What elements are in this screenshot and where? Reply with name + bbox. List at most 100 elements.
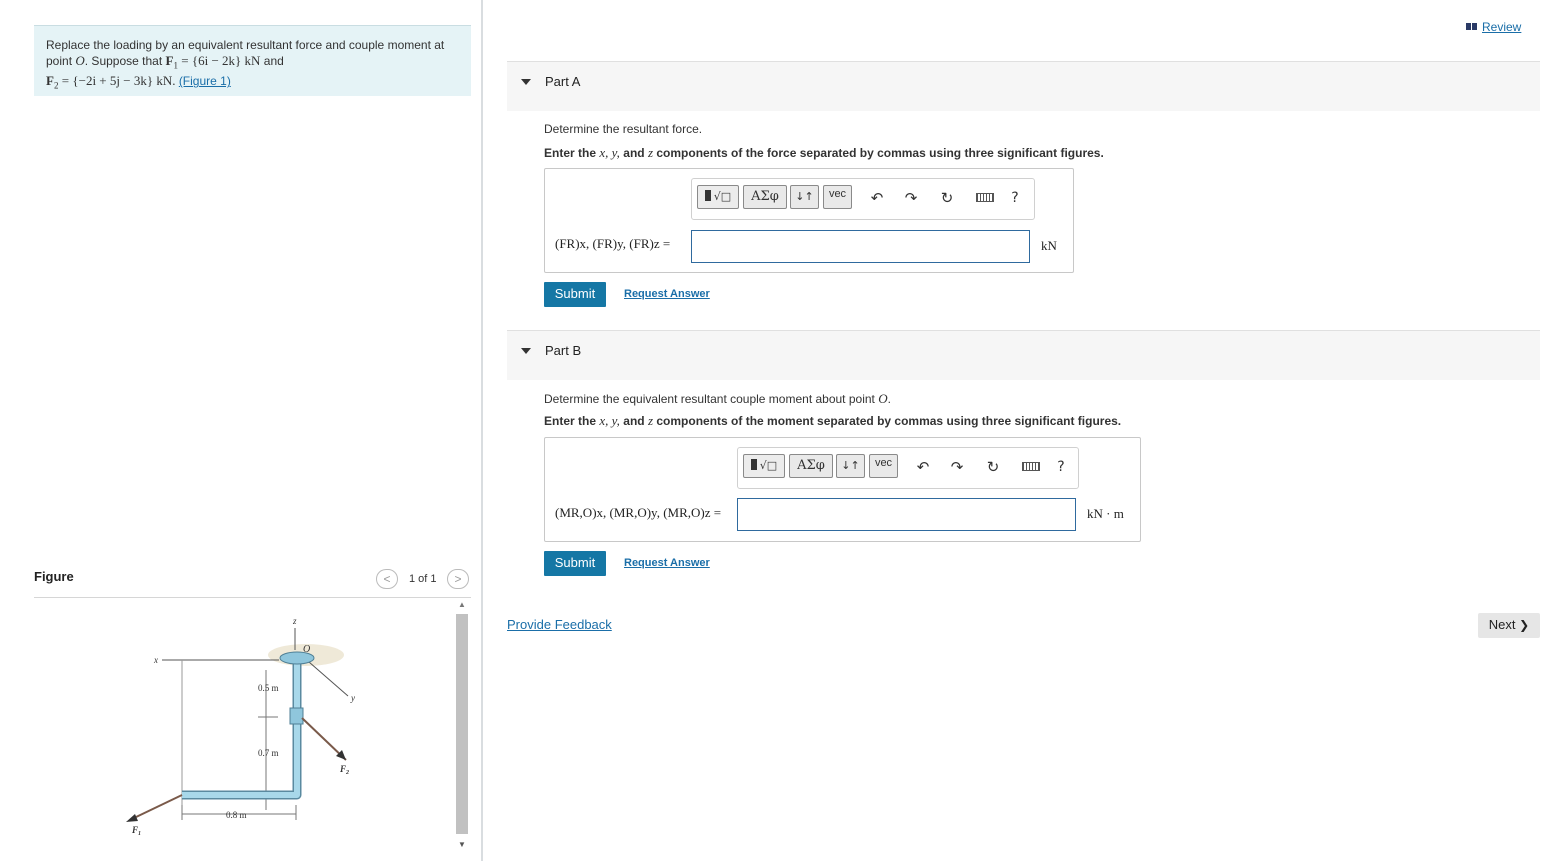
review-label: Review — [1482, 20, 1522, 34]
label-f1: F1 — [131, 825, 141, 837]
redo-icon[interactable]: ↷ — [948, 458, 966, 476]
figure-scrollbar[interactable]: ▲ ▼ — [455, 600, 469, 855]
part-a-submit-button[interactable]: Submit — [544, 282, 606, 307]
part-b-unit: kN · m — [1087, 506, 1124, 521]
part-b-request-answer-link[interactable]: Request Answer — [624, 557, 710, 569]
instr-b-and: and — [623, 414, 645, 428]
figure-link[interactable]: (Figure 1) — [179, 74, 231, 88]
instr-a-z: z — [647, 145, 654, 160]
arrows-button[interactable]: ↓↑ — [836, 454, 865, 478]
label-z: z — [292, 616, 297, 626]
instr-a-pre: Enter the — [544, 146, 597, 160]
part-b-answer-box: √□ ΑΣφ ↓↑ vec ↶ ↷ ↻ ? (MR,O)x, (MR,O)y, … — [544, 437, 1141, 542]
chevron-left-icon[interactable]: < — [376, 569, 398, 589]
reset-icon[interactable]: ↻ — [938, 189, 956, 207]
part-a-unit: kN — [1041, 238, 1057, 253]
math-toolbar: √□ ΑΣφ ↓↑ vec ↶ ↷ ↻ ? — [737, 447, 1079, 489]
undo-icon[interactable]: ↶ — [914, 458, 932, 476]
label-dim-08: 0.8 m — [226, 810, 247, 820]
greek-button[interactable]: ΑΣφ — [789, 454, 833, 478]
instr-b-vars: x, y, — [599, 413, 620, 428]
part-a-request-answer-link[interactable]: Request Answer — [624, 288, 710, 300]
part-a-answer-input[interactable] — [691, 230, 1030, 263]
pipe-diagram-svg: z x y O 0.5 m 0.7 m 0.8 m F2 F1 — [126, 616, 355, 837]
figure-title: Figure — [34, 569, 74, 584]
scroll-up-icon[interactable]: ▲ — [457, 600, 467, 610]
force-f1-arrowhead — [126, 814, 138, 822]
greek-button[interactable]: ΑΣφ — [743, 185, 787, 209]
problem-suppose: . Suppose that — [84, 54, 163, 68]
review-icon — [1466, 19, 1478, 30]
label-f1-sub: 1 — [138, 831, 141, 837]
problem-statement: Replace the loading by an equivalent res… — [34, 25, 471, 96]
part-b-answer-input[interactable] — [737, 498, 1076, 531]
q-b-end: . — [887, 392, 891, 406]
part-b-question: Determine the equivalent resultant coupl… — [544, 391, 891, 407]
instr-b-post: components of the moment separated by co… — [656, 414, 1122, 428]
label-f2: F2 — [339, 764, 349, 776]
point-o: O — [75, 53, 85, 68]
part-a-instruction: Enter the x, y, and z components of the … — [544, 145, 1104, 161]
redo-icon[interactable]: ↷ — [902, 189, 920, 207]
arrows-button[interactable]: ↓↑ — [790, 185, 819, 209]
label-f2-sub: 2 — [345, 770, 349, 776]
keyboard-icon[interactable] — [1018, 458, 1044, 476]
caret-down-icon — [521, 348, 531, 354]
part-a-question: Determine the resultant force. — [544, 122, 703, 136]
next-button[interactable]: Next ❯ — [1478, 613, 1540, 638]
templates-label: √□ — [759, 459, 778, 472]
label-dim-05: 0.5 m — [258, 683, 279, 693]
f2-symbol: F — [46, 73, 54, 89]
help-icon[interactable]: ? — [1006, 189, 1024, 207]
math-toolbar: √□ ΑΣφ ↓↑ vec ↶ ↷ ↻ ? — [691, 178, 1035, 220]
instr-b-pre: Enter the — [544, 414, 597, 428]
review-link[interactable]: Review — [1466, 19, 1521, 34]
pipe-joint — [289, 707, 304, 725]
reset-icon[interactable]: ↻ — [984, 458, 1002, 476]
scroll-down-icon[interactable]: ▼ — [457, 840, 467, 850]
part-b-submit-button[interactable]: Submit — [544, 551, 606, 576]
force-f1-line — [133, 794, 183, 819]
part-b-header[interactable]: Part B — [507, 330, 1540, 380]
keyboard-icon[interactable] — [972, 189, 998, 207]
label-f2-letter: F — [339, 764, 346, 774]
left-panel: Replace the loading by an equivalent res… — [0, 0, 483, 861]
q-b-point: O — [878, 391, 888, 406]
figure-header: Figure < 1 of 1 > — [34, 566, 471, 598]
label-o: O — [303, 644, 310, 655]
instr-b-z: z — [647, 413, 654, 428]
figure-diagram: z x y O 0.5 m 0.7 m 0.8 m F2 F1 — [34, 600, 464, 861]
label-x: x — [153, 655, 158, 665]
q-b-pre: Determine the equivalent resultant coupl… — [544, 392, 875, 406]
part-a-answer-label: (FR)x, (FR)y, (FR)z = — [555, 236, 671, 251]
part-a-answer-box: √□ ΑΣφ ↓↑ vec ↶ ↷ ↻ ? (FR)x, (FR)y, (FR)… — [544, 168, 1074, 273]
f1-value: = {6i − 2k} kN — [181, 53, 261, 68]
templates-button[interactable]: √□ — [697, 185, 739, 209]
help-icon[interactable]: ? — [1052, 458, 1070, 476]
label-y: y — [350, 693, 355, 703]
label-dim-07: 0.7 m — [258, 748, 279, 758]
part-a-header[interactable]: Part A — [507, 61, 1540, 111]
vec-button[interactable]: vec — [823, 185, 852, 209]
y-axis-line — [308, 661, 349, 697]
chevron-right-icon[interactable]: > — [447, 569, 469, 589]
undo-icon[interactable]: ↶ — [868, 189, 886, 207]
instr-a-post: components of the force separated by com… — [656, 146, 1104, 160]
provide-feedback-link[interactable]: Provide Feedback — [507, 617, 612, 632]
part-a-title: Part A — [545, 74, 581, 89]
templates-button[interactable]: √□ — [743, 454, 785, 478]
vec-button[interactable]: vec — [869, 454, 898, 478]
f2-subscript: 2 — [53, 80, 59, 91]
f1-subscript: 1 — [173, 60, 178, 71]
next-label: Next — [1488, 617, 1516, 632]
chevron-right-icon: ❯ — [1519, 618, 1530, 632]
templates-label: √□ — [713, 190, 732, 203]
part-b-instruction: Enter the x, y, and z components of the … — [544, 413, 1121, 429]
pipe-outline — [182, 660, 302, 800]
scroll-thumb[interactable] — [456, 614, 468, 834]
f2-value: = {−2i + 5j − 3k} kN. — [61, 73, 176, 89]
label-f1-letter: F — [131, 825, 138, 835]
part-b-title: Part B — [545, 343, 582, 358]
figure-counter: 1 of 1 — [409, 573, 437, 585]
caret-down-icon — [521, 79, 531, 85]
